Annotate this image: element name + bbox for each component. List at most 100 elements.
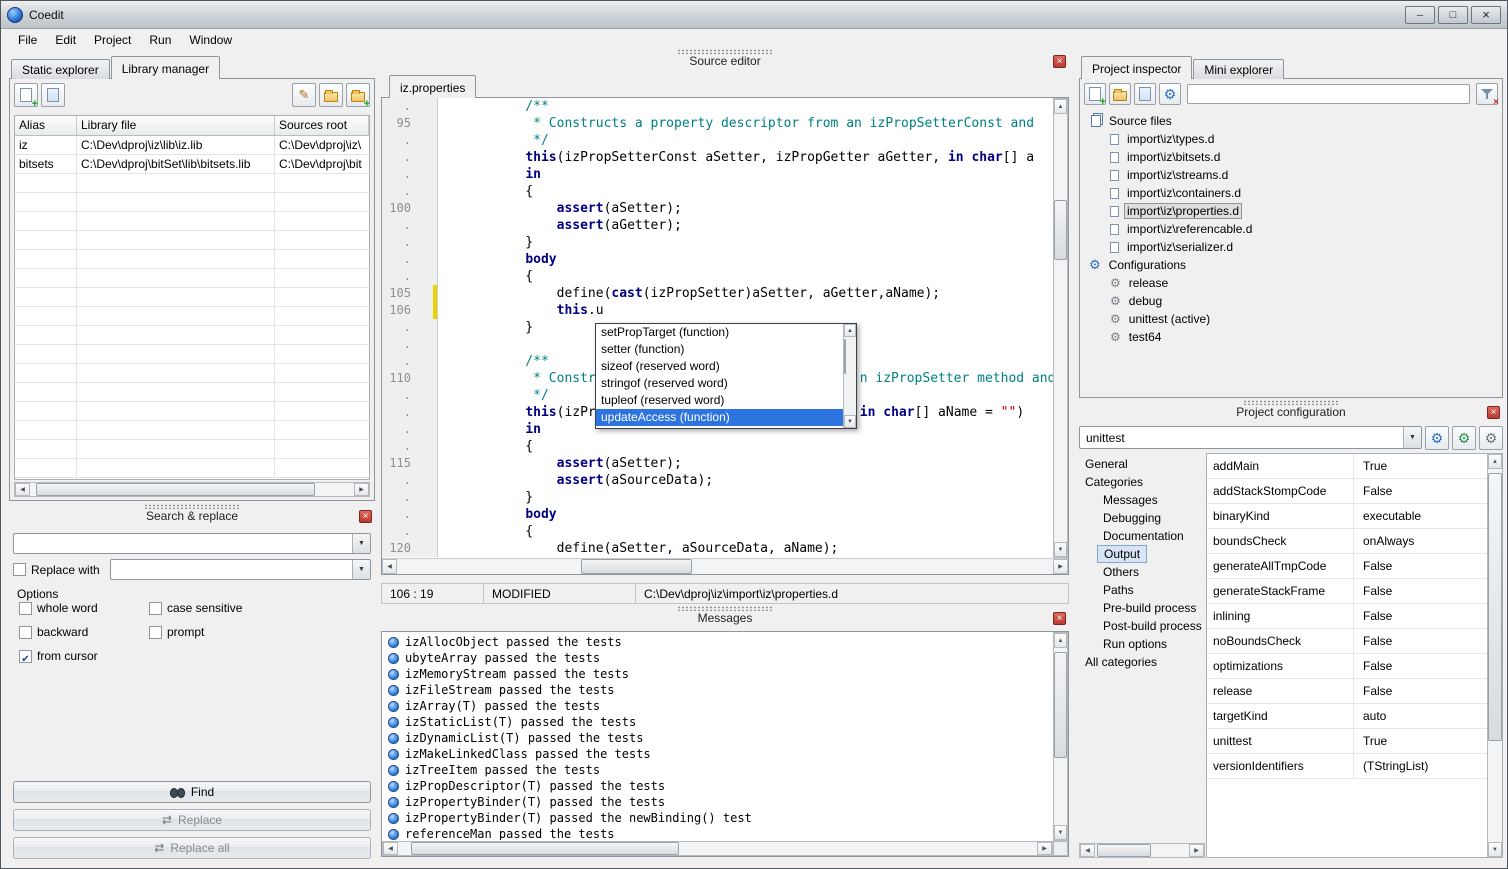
completion-item[interactable]: stringof (reserved word) — [596, 375, 843, 392]
column-header-sources-root[interactable]: Sources root — [275, 116, 369, 135]
search-input[interactable] — [13, 533, 371, 554]
tab-mini-explorer[interactable]: Mini explorer — [1193, 59, 1284, 79]
close-source-editor-button[interactable] — [1053, 55, 1066, 68]
code-text[interactable]: this(izPropSetterConst aSetter, izPropGe… — [438, 149, 1034, 166]
tree-node-file[interactable]: import\iz\containers.d — [1083, 184, 1499, 202]
add-library-button[interactable]: + — [14, 83, 38, 107]
code-text[interactable]: { — [438, 523, 533, 540]
message-item[interactable]: referenceMan passed the tests — [383, 826, 1052, 840]
chevron-down-icon[interactable] — [352, 534, 370, 553]
scroll-right-arrow-icon[interactable] — [1053, 559, 1068, 574]
property-value[interactable]: False — [1354, 604, 1487, 628]
property-value[interactable]: auto — [1354, 704, 1487, 728]
edit-library-button[interactable] — [292, 83, 316, 107]
property-value[interactable]: onAlways — [1354, 529, 1487, 553]
property-value[interactable]: False — [1354, 579, 1487, 603]
library-row[interactable]: izC:\Dev\dproj\iz\lib\iz.libC:\Dev\dproj… — [15, 136, 369, 155]
menu-item-file[interactable]: File — [9, 30, 46, 50]
property-value[interactable]: executable — [1354, 504, 1487, 528]
project-tools-button[interactable] — [1159, 83, 1181, 105]
category-item-paths[interactable]: Paths — [1097, 581, 1140, 599]
tree-node-configurations[interactable]: Configurations — [1083, 256, 1499, 274]
scroll-left-arrow-icon[interactable] — [1080, 844, 1095, 857]
maximize-button[interactable] — [1438, 6, 1468, 24]
tree-node-configuration[interactable]: debug — [1083, 292, 1499, 310]
checkbox-backward[interactable]: backward — [19, 625, 149, 639]
add-sources-folder-button[interactable]: + — [346, 83, 370, 107]
open-source-button[interactable] — [1109, 83, 1131, 105]
code-text[interactable]: } — [438, 319, 533, 336]
filter-input[interactable] — [1187, 84, 1470, 104]
code-text[interactable]: define(cast(izPropSetter)aSetter, aGette… — [438, 285, 940, 302]
tree-node-configuration[interactable]: test64 — [1083, 328, 1499, 346]
message-item[interactable]: izMemoryStream passed the tests — [383, 666, 1052, 682]
message-item[interactable]: izPropertyBinder(T) passed the tests — [383, 794, 1052, 810]
completion-item[interactable]: updateAccess (function) — [596, 409, 843, 426]
completion-item[interactable]: tupleof (reserved word) — [596, 392, 843, 409]
categories-hscrollbar[interactable] — [1079, 843, 1205, 858]
tab-project-inspector[interactable]: Project inspector — [1081, 56, 1192, 79]
scroll-up-arrow-icon[interactable] — [1054, 99, 1067, 114]
menu-item-window[interactable]: Window — [180, 30, 241, 50]
code-text[interactable]: in — [438, 166, 541, 183]
property-value[interactable]: True — [1354, 729, 1487, 753]
menu-item-edit[interactable]: Edit — [46, 30, 85, 50]
message-item[interactable]: izStaticList(T) passed the tests — [383, 714, 1052, 730]
property-value[interactable]: False — [1354, 679, 1487, 703]
code-text[interactable]: { — [438, 438, 533, 455]
replace-all-button[interactable]: Replace all — [13, 837, 371, 859]
property-value[interactable]: False — [1354, 554, 1487, 578]
sync-configurations-button[interactable] — [1479, 426, 1503, 450]
editor-hscrollbar[interactable] — [382, 559, 1068, 574]
code-text[interactable]: /** — [438, 353, 549, 370]
property-value[interactable]: False — [1354, 629, 1487, 653]
tree-node-source-files[interactable]: Source files — [1083, 112, 1499, 130]
column-header-alias[interactable]: Alias — [15, 116, 77, 135]
close-button[interactable] — [1471, 6, 1501, 24]
tree-node-configuration[interactable]: unittest (active) — [1083, 310, 1499, 328]
scroll-left-arrow-icon[interactable] — [383, 842, 398, 855]
tab-iz-properties[interactable]: iz.properties — [389, 75, 476, 98]
code-text[interactable] — [438, 336, 494, 353]
message-item[interactable]: izPropertyBinder(T) passed the newBindin… — [383, 810, 1052, 826]
completion-item[interactable]: setPropTarget (function) — [596, 324, 843, 341]
code-text[interactable]: { — [438, 268, 533, 285]
checkbox-case-sensitive[interactable]: case sensitive — [149, 601, 369, 615]
category-item-debugging[interactable]: Debugging — [1097, 509, 1167, 527]
message-item[interactable]: izDynamicList(T) passed the tests — [383, 730, 1052, 746]
scroll-right-arrow-icon[interactable] — [1189, 844, 1204, 857]
scroll-down-arrow-icon[interactable] — [1488, 842, 1502, 857]
completion-scrollbar[interactable] — [843, 324, 856, 428]
category-item-categories[interactable]: Categories — [1079, 473, 1149, 491]
tab-static-explorer[interactable]: Static explorer — [11, 59, 110, 79]
tree-node-file[interactable]: import\iz\streams.d — [1083, 166, 1499, 184]
close-project-configuration-button[interactable] — [1487, 406, 1500, 419]
chevron-down-icon[interactable] — [352, 560, 370, 579]
code-text[interactable]: body — [438, 506, 557, 523]
library-hscrollbar[interactable] — [14, 482, 370, 497]
scroll-up-arrow-icon[interactable] — [844, 324, 856, 337]
checkbox-whole-word[interactable]: whole word — [19, 601, 149, 615]
scroll-up-arrow-icon[interactable] — [1054, 633, 1067, 648]
replace-button[interactable]: Replace — [13, 809, 371, 831]
scroll-left-arrow-icon[interactable] — [15, 483, 30, 496]
category-item-pre-build-process[interactable]: Pre-build process — [1097, 599, 1202, 617]
messages-hscrollbar[interactable] — [382, 841, 1053, 856]
code-text[interactable]: assert(aSetter); — [438, 200, 682, 217]
message-item[interactable]: izArray(T) passed the tests — [383, 698, 1052, 714]
completion-list[interactable]: setPropTarget (function)setter (function… — [596, 324, 843, 428]
message-item[interactable]: izFileStream passed the tests — [383, 682, 1052, 698]
library-row[interactable]: bitsetsC:\Dev\dproj\bitSet\lib\bitsets.l… — [15, 155, 369, 174]
clear-filter-button[interactable]: × — [1476, 83, 1498, 105]
completion-item[interactable]: sizeof (reserved word) — [596, 358, 843, 375]
property-value[interactable]: (TStringList) — [1354, 754, 1487, 778]
category-item-others[interactable]: Others — [1097, 563, 1145, 581]
message-item[interactable]: izAllocObject passed the tests — [383, 634, 1052, 650]
code-text[interactable]: assert(aSourceData); — [438, 472, 713, 489]
messages-vscrollbar[interactable] — [1053, 632, 1068, 841]
category-item-all-categories[interactable]: All categories — [1079, 653, 1163, 671]
titlebar[interactable]: Coedit — [1, 1, 1507, 29]
code-text[interactable]: body — [438, 251, 557, 268]
close-search-panel-button[interactable] — [359, 510, 372, 523]
scroll-right-arrow-icon[interactable] — [1037, 842, 1052, 855]
